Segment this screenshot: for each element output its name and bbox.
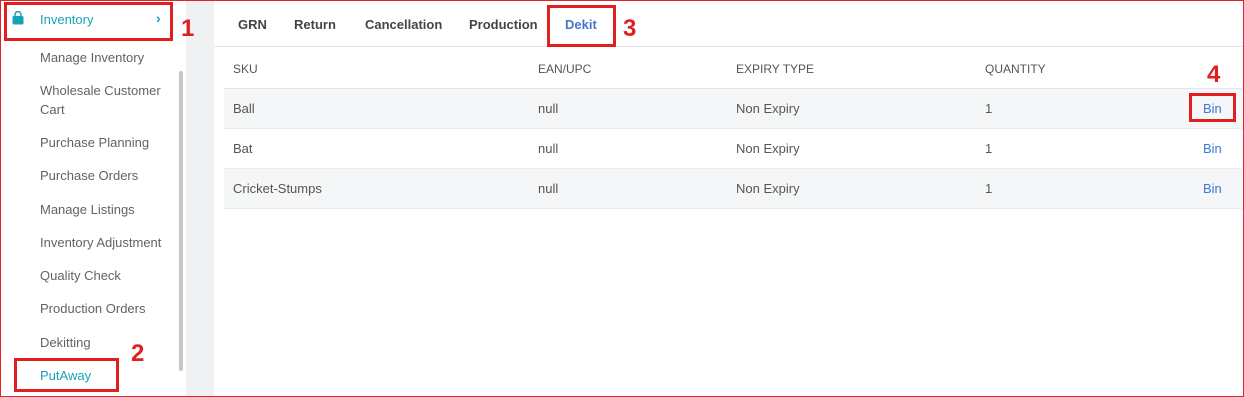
table-row: Bat null Non Expiry 1 Bin [224,129,1242,169]
cell-sku: Bat [233,141,253,156]
sidebar-item-manage-inventory[interactable]: Manage Inventory [40,48,175,67]
sidebar-item-manage-listings[interactable]: Manage Listings [40,200,175,219]
sidebar-scrollbar[interactable] [179,71,183,371]
annotation-box-3 [547,5,616,47]
sidebar-item-dekitting[interactable]: Dekitting [40,333,175,352]
sidebar-item-quality-check[interactable]: Quality Check [40,266,175,285]
sidebar-item-purchase-orders[interactable]: Purchase Orders [40,166,175,185]
main-panel: GRN Return Cancellation Production Dekit… [214,1,1243,396]
cell-sku: Ball [233,101,255,116]
column-header-ean-upc[interactable]: EAN/UPC [538,62,591,76]
tab-cancellation[interactable]: Cancellation [365,17,442,32]
cell-ean: null [538,101,559,116]
annotation-number-2: 2 [131,340,145,367]
column-header-expiry-type[interactable]: EXPIRY TYPE [736,62,814,76]
bin-button[interactable]: Bin [1203,141,1222,156]
sidebar-item-purchase-planning[interactable]: Purchase Planning [40,133,175,152]
sidebar-gutter [186,1,214,396]
cell-expiry-type: Non Expiry [736,101,800,116]
annotation-box-1 [4,2,173,41]
tab-return[interactable]: Return [294,17,336,32]
sidebar-item-wholesale-customer-cart[interactable]: Wholesale Customer Cart [40,81,175,119]
tab-bar: GRN Return Cancellation Production Dekit [214,1,1243,47]
table-row: Ball null Non Expiry 1 Bin [224,89,1242,129]
sidebar: Inventory › Manage Inventory Wholesale C… [1,1,186,396]
cell-expiry-type: Non Expiry [736,181,800,196]
table-row: Cricket-Stumps null Non Expiry 1 Bin [224,169,1242,209]
column-header-sku[interactable]: SKU [233,62,258,76]
tab-production[interactable]: Production [469,17,538,32]
cell-quantity: 1 [985,101,993,116]
bin-button[interactable]: Bin [1203,181,1222,196]
sidebar-item-inventory-adjustment[interactable]: Inventory Adjustment [40,233,175,252]
sidebar-item-production-orders[interactable]: Production Orders [40,299,175,318]
table-header: SKU EAN/UPC EXPIRY TYPE QUANTITY [224,49,1242,89]
cell-quantity: 1 [985,141,993,156]
cell-quantity: 1 [985,181,993,196]
annotation-box-2 [14,358,119,392]
column-header-quantity[interactable]: QUANTITY [985,62,1046,76]
annotation-number-1: 1 [181,15,195,42]
cell-ean: null [538,141,559,156]
annotation-number-3: 3 [623,15,637,42]
cell-ean: null [538,181,559,196]
annotation-box-4 [1189,93,1236,122]
tab-grn[interactable]: GRN [238,17,267,32]
cell-expiry-type: Non Expiry [736,141,800,156]
cell-sku: Cricket-Stumps [233,181,322,196]
annotation-number-4: 4 [1207,61,1221,88]
